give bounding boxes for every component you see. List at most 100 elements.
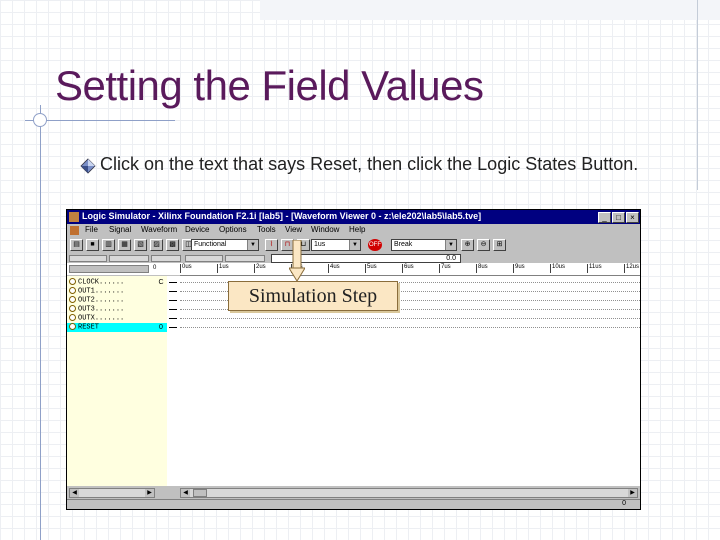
zoom-fit-icon[interactable]: ⊞: [493, 239, 506, 251]
menu-bar: File Signal Waveform Device Options Tool…: [67, 224, 640, 237]
menu-signal[interactable]: Signal: [109, 225, 131, 234]
signal-value-clock[interactable]: C: [155, 278, 167, 287]
scroll-thumb[interactable]: [193, 489, 207, 497]
zoom-in-icon[interactable]: ⊕: [461, 239, 474, 251]
ruler-tick: 6us: [402, 264, 414, 273]
document-icon[interactable]: [70, 226, 79, 235]
signal-dot-icon: [69, 314, 76, 321]
ruler-tick: 12us: [624, 264, 639, 273]
diamond-bullet-icon: [80, 158, 96, 174]
signal-value-out2[interactable]: [155, 296, 167, 305]
menu-device[interactable]: Device: [185, 225, 209, 234]
signal-panel-scrollbar[interactable]: ◀ ▶: [69, 488, 155, 498]
signal-name: RESET: [78, 323, 100, 332]
signal-value-outx[interactable]: [155, 314, 167, 323]
signal-value-reset[interactable]: 0: [155, 323, 167, 332]
bus-icon[interactable]: ▩: [166, 239, 179, 251]
ruler-tick: 4us: [328, 264, 340, 273]
waveform-trace-outx: [180, 318, 640, 319]
signal-list-header-zero: 0: [153, 265, 157, 271]
marker-line: [169, 309, 177, 310]
time-ruler[interactable]: 0us 1us 2us 3us 4us 5us 6us 7us 8us 9us …: [180, 263, 640, 276]
ruler-tick: 0us: [180, 264, 192, 273]
signal-dot-icon: [69, 296, 76, 303]
tool-field-2[interactable]: [109, 255, 149, 262]
waveform-red-icon[interactable]: ⌇: [265, 239, 278, 251]
slide-title: Setting the Field Values: [55, 62, 484, 109]
signal-row-out1[interactable]: OUT1.......: [67, 287, 155, 296]
callout-arrow-icon: [289, 240, 305, 282]
secondary-toolbar: 0.0: [67, 254, 640, 263]
marker-line: [169, 318, 177, 319]
menu-tools[interactable]: Tools: [257, 225, 276, 234]
simulation-step-select[interactable]: 1us ▼: [311, 239, 361, 251]
decorative-horizontal-line: [25, 120, 175, 121]
ruler-tick: 7us: [439, 264, 451, 273]
signal-row-out3[interactable]: OUT3.......: [67, 305, 155, 314]
tool-field-3[interactable]: [151, 255, 181, 262]
status-value: 0: [622, 500, 626, 507]
signal-select-icon[interactable]: ▨: [150, 239, 163, 251]
open-icon[interactable]: ▤: [70, 239, 83, 251]
signal-list-header-field[interactable]: [69, 265, 149, 273]
signal-dot-icon: [69, 323, 76, 330]
chevron-down-icon: ▼: [349, 240, 360, 250]
simulation-mode-value: Functional: [194, 241, 227, 248]
signal-row-out2[interactable]: OUT2.......: [67, 296, 155, 305]
menu-help[interactable]: Help: [349, 225, 365, 234]
signal-row-clock[interactable]: CLOCK......: [67, 278, 155, 287]
ruler-tick: 10us: [550, 264, 565, 273]
signal-row-outx[interactable]: OUTX.......: [67, 314, 155, 323]
tool-field-5[interactable]: [225, 255, 265, 262]
scroll-right-icon[interactable]: ▶: [628, 489, 637, 497]
simulation-step-value: 1us: [314, 241, 326, 248]
save-icon[interactable]: ■: [86, 239, 99, 251]
breakpoint-select[interactable]: Break ▼: [391, 239, 457, 251]
ruler-tick: 9us: [513, 264, 525, 273]
add-signal-icon[interactable]: ▦: [118, 239, 131, 251]
ruler-tick: 1us: [217, 264, 229, 273]
window-titlebar[interactable]: Logic Simulator - Xilinx Foundation F2.1…: [67, 210, 640, 224]
delete-signal-icon[interactable]: ▧: [134, 239, 147, 251]
menu-waveform[interactable]: Waveform: [141, 225, 177, 234]
close-button[interactable]: ×: [626, 212, 639, 223]
ruler-tick: 8us: [476, 264, 488, 273]
scroll-left-icon[interactable]: ◀: [70, 489, 79, 497]
signal-name: OUT1: [78, 287, 95, 296]
signal-value-out3[interactable]: [155, 305, 167, 314]
signal-name: OUTX: [78, 314, 95, 323]
window-title: Logic Simulator - Xilinx Foundation F2.1…: [82, 211, 482, 221]
toolbar: ▤ ■ ▥ ▦ ▧ ▨ ▩ ◫ Functional ▼ ⌇ ⊓ ⊔ ↯ 1us…: [67, 237, 640, 253]
tool-field-1[interactable]: [69, 255, 107, 262]
status-bar: 0: [67, 499, 640, 509]
signal-value-out1[interactable]: [155, 287, 167, 296]
marker-line: [169, 300, 177, 301]
ruler-tick: 2us: [254, 264, 266, 273]
scroll-left-icon[interactable]: ◀: [181, 489, 190, 497]
signal-name: CLOCK: [78, 278, 100, 287]
breakpoint-value: Break: [394, 241, 413, 248]
print-icon[interactable]: ▥: [102, 239, 115, 251]
marker-line: [169, 282, 177, 283]
logic-simulator-window: Logic Simulator - Xilinx Foundation F2.1…: [66, 209, 641, 510]
menu-file[interactable]: File: [85, 225, 98, 234]
signal-name: OUT2: [78, 296, 95, 305]
stop-simulation-button[interactable]: OFF: [368, 239, 382, 251]
menu-window[interactable]: Window: [311, 225, 339, 234]
signal-name: OUT3: [78, 305, 95, 314]
maximize-button[interactable]: □: [612, 212, 625, 223]
menu-view[interactable]: View: [285, 225, 302, 234]
minimize-button[interactable]: _: [598, 212, 611, 223]
waveform-scrollbar[interactable]: ◀ ▶: [180, 488, 638, 498]
zoom-out-icon[interactable]: ⊖: [477, 239, 490, 251]
signal-name-panel: CLOCK...... OUT1....... OUT2....... OUT3…: [67, 276, 156, 486]
scroll-right-icon[interactable]: ▶: [145, 489, 154, 497]
simulation-step-callout: Simulation Step: [228, 281, 398, 311]
decorative-vertical-line: [40, 105, 41, 540]
menu-options[interactable]: Options: [219, 225, 247, 234]
chevron-down-icon: ▼: [247, 240, 258, 250]
ruler-tick: 5us: [365, 264, 377, 273]
tool-field-4[interactable]: [185, 255, 223, 262]
signal-row-reset[interactable]: RESET: [67, 323, 155, 332]
simulation-mode-select[interactable]: Functional ▼: [191, 239, 259, 251]
